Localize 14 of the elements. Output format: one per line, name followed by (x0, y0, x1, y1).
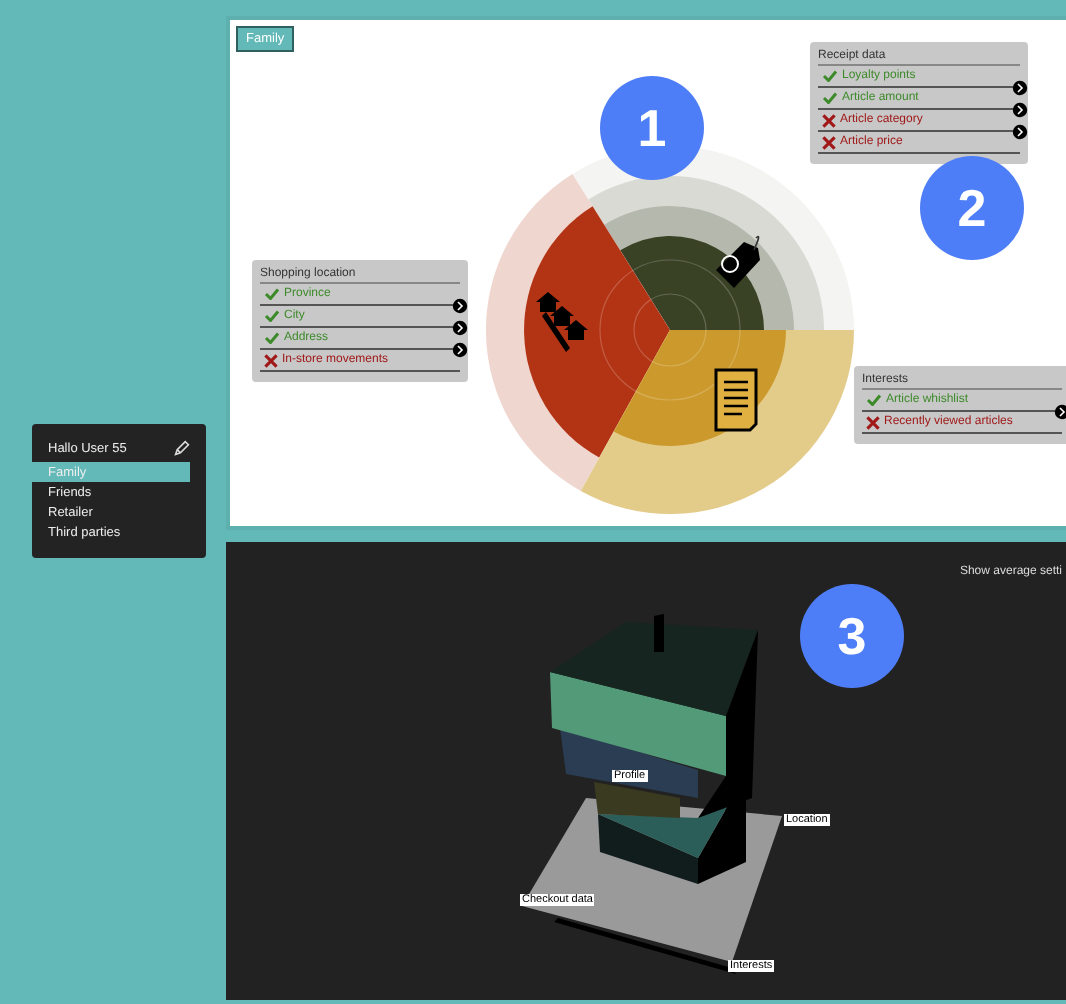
step-marker: 3 (800, 584, 904, 688)
pencil-icon[interactable] (174, 440, 190, 456)
slider-handle[interactable] (452, 298, 468, 314)
receipt-icon (714, 368, 758, 432)
slider-handle[interactable] (452, 342, 468, 358)
price-tag-icon (716, 235, 760, 288)
step-marker: 1 (600, 76, 704, 180)
houses-icon (536, 292, 588, 352)
slider-handle[interactable] (1012, 124, 1028, 140)
slider-handle[interactable] (452, 320, 468, 336)
slider-handle[interactable] (1012, 80, 1028, 96)
slider-handle[interactable] (1012, 102, 1028, 118)
slider-handle[interactable] (1054, 404, 1066, 420)
step-marker: 2 (920, 156, 1024, 260)
